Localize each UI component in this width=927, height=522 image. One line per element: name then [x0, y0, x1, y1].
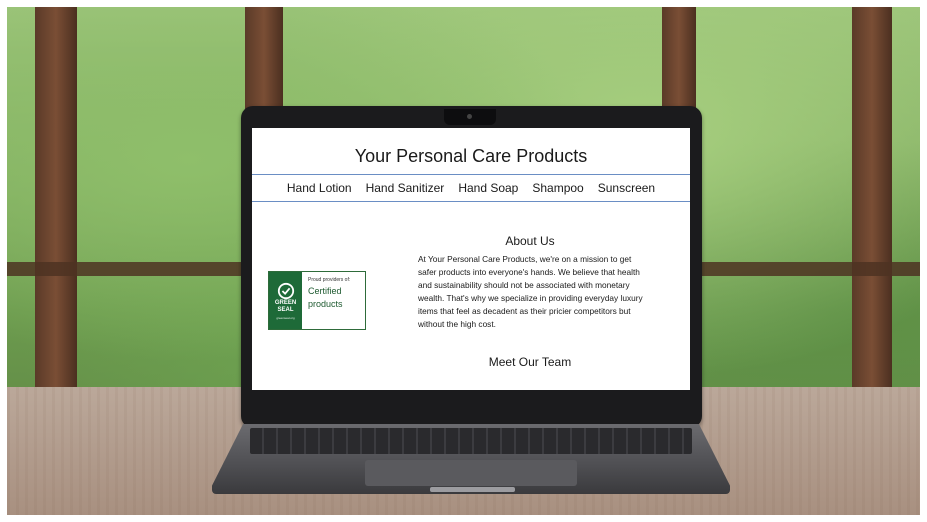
nav-item-hand-sanitizer[interactable]: Hand Sanitizer — [366, 181, 445, 195]
laptop-keyboard — [250, 428, 692, 454]
webcam-notch — [444, 109, 496, 125]
about-heading: About Us — [505, 234, 555, 248]
window-frame-post — [35, 7, 77, 397]
seal-brand-line2: SEAL — [277, 306, 294, 313]
green-seal-badge: GREEN SEAL greenseal.org Proud providers… — [268, 271, 366, 330]
window-frame-post — [852, 7, 892, 397]
webcam-icon — [467, 114, 472, 119]
seal-certified-line2: products — [308, 299, 343, 309]
seal-brand-line1: GREEN — [274, 299, 297, 306]
seal-text: Proud providers of: Certified products — [302, 272, 354, 329]
team-heading: Meet Our Team — [488, 355, 572, 369]
laptop-trackpad — [365, 460, 577, 486]
about-paragraph: At Your Personal Care Products, we're on… — [418, 254, 643, 329]
seal-proud-text: Proud providers of: — [308, 277, 351, 283]
nav-item-sunscreen[interactable]: Sunscreen — [598, 181, 655, 195]
laptop-hinge — [430, 487, 515, 492]
website-screen: Your Personal Care Products Hand Lotion … — [252, 128, 690, 390]
seal-url: greenseal.org — [276, 315, 295, 320]
site-title: Your Personal Care Products — [354, 146, 588, 166]
seal-certified-line1: Certified — [308, 286, 342, 296]
green-seal-logo: GREEN SEAL greenseal.org — [269, 272, 302, 329]
nav-item-shampoo[interactable]: Shampoo — [532, 181, 583, 195]
nav-item-hand-lotion[interactable]: Hand Lotion — [287, 181, 352, 195]
main-nav: Hand Lotion Hand Sanitizer Hand Soap Sha… — [252, 174, 690, 202]
check-circle-icon — [277, 282, 294, 299]
nav-item-hand-soap[interactable]: Hand Soap — [458, 181, 518, 195]
